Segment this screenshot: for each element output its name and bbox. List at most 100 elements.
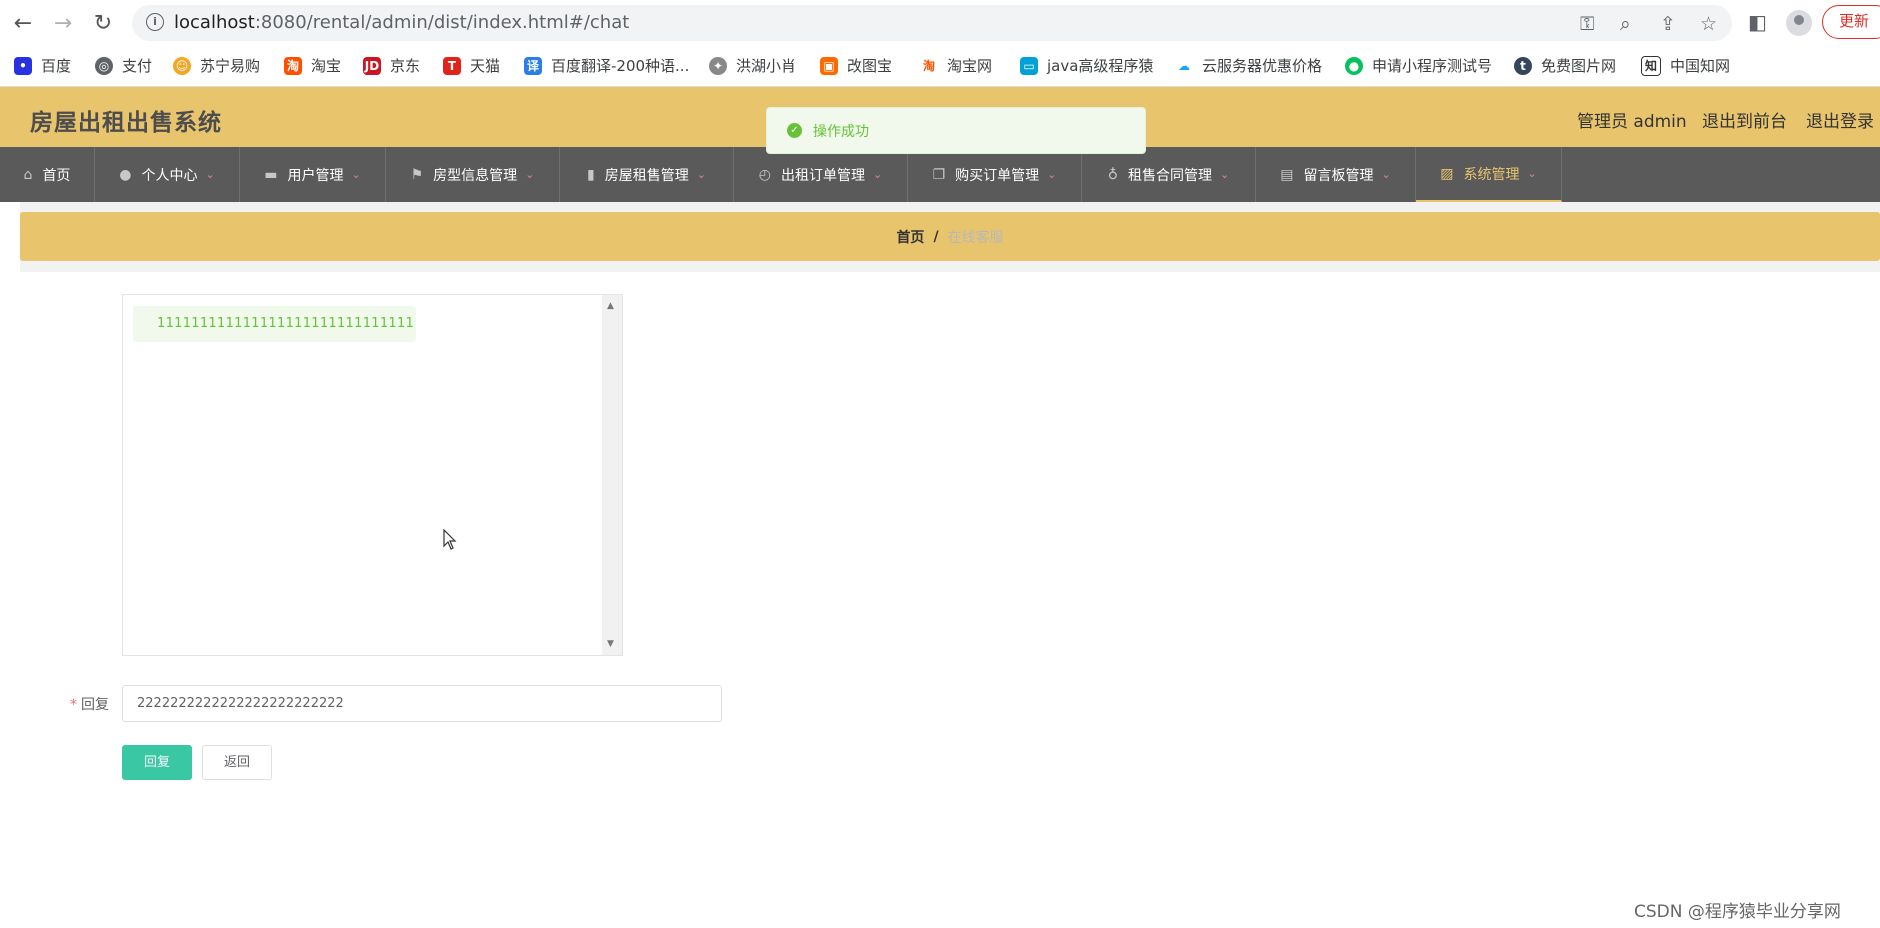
flag-icon: ⚑ xyxy=(410,166,424,183)
bookmark-item[interactable]: ◎ 支付 xyxy=(95,55,152,76)
chevron-down-icon: ⌄ xyxy=(873,168,883,181)
bookmark-item[interactable]: ☺ 苏宁易购 xyxy=(173,55,260,76)
breadcrumb-separator: / xyxy=(933,228,939,245)
nav-item-label: 房屋租售管理 xyxy=(604,167,689,184)
chat-scrollbar[interactable]: ▲ ▼ xyxy=(602,295,622,655)
bookmark-item[interactable]: 译百度翻译-200种语... xyxy=(524,55,689,76)
side-panel-icon[interactable]: ◧ xyxy=(1748,10,1767,34)
bookmark-label: 天猫 xyxy=(470,57,501,75)
back-arrow-icon[interactable]: ← xyxy=(10,10,36,36)
bookmark-label: 淘宝网 xyxy=(947,57,993,75)
bookmark-label: 中国知网 xyxy=(1670,57,1731,75)
back-to-front-link[interactable]: 退出到前台 xyxy=(1702,107,1787,132)
chevron-down-icon: ⌄ xyxy=(205,168,215,181)
breadcrumb-current: 在线客服 xyxy=(947,229,1004,246)
bookmark-item[interactable]: • 百度 xyxy=(14,55,71,76)
nav-item-rental-order-management[interactable]: ◴ 出租订单管理 ⌄ xyxy=(734,147,908,202)
bird-icon: ✦ xyxy=(709,56,727,75)
chevron-down-icon: ⌄ xyxy=(1527,167,1537,180)
logout-link[interactable]: 退出登录 xyxy=(1806,107,1874,132)
success-toast: ✓ 操作成功 xyxy=(766,107,1146,154)
breadcrumb-home[interactable]: 首页 xyxy=(896,227,924,247)
briefcase-icon: ▬ xyxy=(264,166,278,183)
reply-label: * 回复 xyxy=(70,694,109,714)
bookmark-label: 支付 xyxy=(122,57,153,75)
forward-arrow-icon[interactable]: → xyxy=(50,10,76,36)
bookmark-label: 百度翻译-200种语... xyxy=(551,57,690,75)
url-text[interactable]: localhost:8080/rental/admin/dist/index.h… xyxy=(174,12,629,33)
nav-item-label: 房型信息管理 xyxy=(433,167,518,184)
nav-item-purchase-order-management[interactable]: ❐ 购买订单管理 ⌄ xyxy=(908,147,1082,202)
nav-item-message-board-management[interactable]: ▤ 留言板管理 ⌄ xyxy=(1256,147,1416,202)
url-host: localhost xyxy=(174,12,255,33)
reload-icon[interactable]: ↻ xyxy=(90,10,116,36)
nav-item-contract-management[interactable]: ♁ 租售合同管理 ⌄ xyxy=(1082,147,1256,202)
reply-input[interactable] xyxy=(122,685,722,722)
reply-button[interactable]: 回复 xyxy=(122,745,192,780)
url-path: :8080/rental/admin/dist/index.html#/chat xyxy=(254,12,630,33)
bilibili-icon: ▭ xyxy=(1020,56,1038,75)
back-button[interactable]: 返回 xyxy=(202,745,272,780)
bookmark-item[interactable]: ● 申请小程序测试号 xyxy=(1345,55,1492,76)
nav-item-user-management[interactable]: ▬ 用户管理 ⌄ xyxy=(240,147,386,202)
bookmark-item[interactable]: JD 京东 xyxy=(363,55,420,76)
taobao-icon: 淘 xyxy=(284,56,302,75)
home-icon: ⌂ xyxy=(23,166,33,183)
bookmark-item[interactable]: 淘淘宝网 xyxy=(920,55,992,76)
bookmark-item[interactable]: t 免费图片网 xyxy=(1514,55,1616,76)
share-icon[interactable]: ⇪ xyxy=(1660,13,1676,35)
address-bar[interactable]: i localhost:8080/rental/admin/dist/index… xyxy=(132,5,1732,41)
compass-icon: ◴ xyxy=(758,166,771,183)
nav-item-label: 个人中心 xyxy=(141,167,198,184)
bookmark-label: 洪湖小肖 xyxy=(736,57,797,75)
bookmark-item[interactable]: 知中国知网 xyxy=(1641,55,1730,76)
key-icon[interactable]: ⚿ xyxy=(1580,13,1594,35)
chevron-down-icon: ⌄ xyxy=(696,168,706,181)
profile-avatar-icon[interactable] xyxy=(1786,10,1812,36)
jd-icon: JD xyxy=(363,56,381,75)
tmall-icon: T xyxy=(443,56,461,75)
printer-icon: ▤ xyxy=(1280,166,1294,183)
user-icon: ● xyxy=(119,166,132,183)
watermark: CSDN @程序猿毕业分享网 xyxy=(1634,902,1841,922)
bookmark-label: 百度 xyxy=(41,57,72,75)
bookmark-item[interactable]: T 天猫 xyxy=(443,55,500,76)
scroll-up-arrow-icon[interactable]: ▲ xyxy=(607,301,614,311)
required-asterisk: * xyxy=(70,697,77,713)
nav-item-house-rental-sale-management[interactable]: ▮ 房屋租售管理 ⌄ xyxy=(560,147,734,202)
nav-item-label: 系统管理 xyxy=(1463,166,1520,183)
chat-history[interactable]: 111111111111111111111111111111 ▲ ▼ xyxy=(122,294,623,656)
main-nav: ⌂ 首页 ● 个人中心 ⌄ ▬ 用户管理 ⌄ ⚑ 房型信息管理 ⌄ ▮ 房屋租售管理 ⌄ ◴ 出租订… xyxy=(0,147,1880,202)
nav-item-personal-center[interactable]: ● 个人中心 ⌄ xyxy=(95,147,240,202)
nav-item-room-type-management[interactable]: ⚑ 房型信息管理 ⌄ xyxy=(386,147,560,202)
update-button[interactable]: 更新 xyxy=(1822,5,1880,39)
star-icon[interactable]: ☆ xyxy=(1700,13,1717,35)
bookmark-item[interactable]: ☁ 云服务器优惠价格 xyxy=(1175,55,1322,76)
bookmark-label: 申请小程序测试号 xyxy=(1372,57,1493,75)
bar-chart-icon: ▮ xyxy=(587,166,595,183)
nav-item-home[interactable]: ⌂ 首页 xyxy=(0,147,95,202)
bookmark-label: 免费图片网 xyxy=(1541,57,1617,75)
chevron-down-icon: ⌄ xyxy=(1220,168,1230,181)
gaitubao-icon: ▣ xyxy=(820,56,838,75)
bookmark-item[interactable]: ▭ java高级程序猿 xyxy=(1020,55,1153,76)
app-title: 房屋出租出售系统 xyxy=(30,110,222,136)
admin-label: 管理员 admin xyxy=(1577,112,1687,132)
zoom-icon[interactable]: ⌕ xyxy=(1620,13,1631,35)
bookmark-label: 苏宁易购 xyxy=(200,57,261,75)
reply-label-text: 回复 xyxy=(81,697,109,713)
cloud-icon: ☁ xyxy=(1175,56,1193,75)
scroll-down-arrow-icon[interactable]: ▼ xyxy=(607,639,614,649)
bookmark-item[interactable]: ▣ 改图宝 xyxy=(820,55,892,76)
nav-item-label: 出租订单管理 xyxy=(781,167,865,184)
site-info-icon[interactable]: i xyxy=(146,13,164,31)
bookmark-label: 淘宝 xyxy=(311,57,342,75)
bookmark-item[interactable]: 淘淘宝 xyxy=(284,55,341,76)
breadcrumb: 首页 / 在线客服 xyxy=(20,212,1880,261)
nav-item-label: 用户管理 xyxy=(287,167,344,184)
bookmark-item[interactable]: ✦ 洪湖小肖 xyxy=(709,55,796,76)
nav-item-system-management[interactable]: ▨ 系统管理 ⌄ xyxy=(1416,147,1562,202)
chat-message: 111111111111111111111111111111 xyxy=(133,306,416,342)
chevron-down-icon: ⌄ xyxy=(1381,168,1391,181)
toast-message: 操作成功 xyxy=(813,124,869,140)
